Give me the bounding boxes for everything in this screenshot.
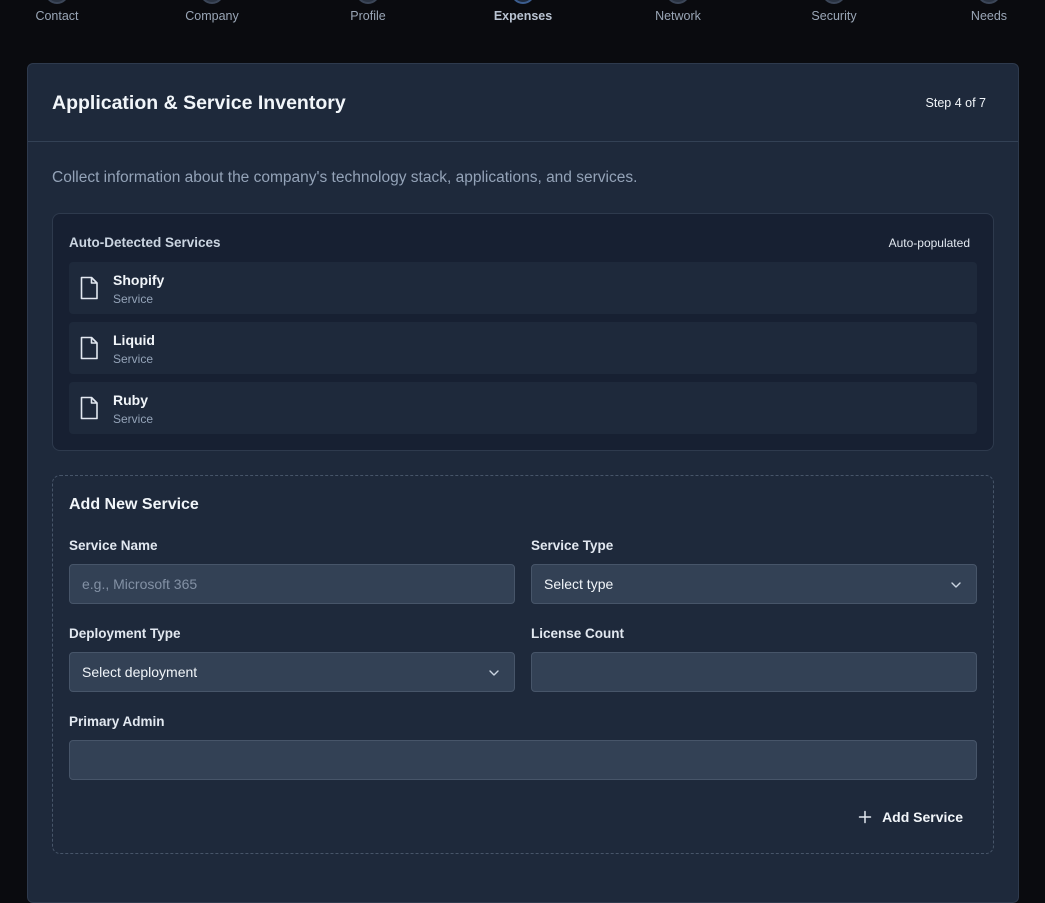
service-name: Liquid xyxy=(113,332,155,348)
service-name-input[interactable] xyxy=(69,564,515,604)
step-indicator xyxy=(200,0,224,4)
primary-admin-label: Primary Admin xyxy=(69,714,165,729)
service-item-shopify[interactable]: Shopify Service xyxy=(69,262,977,314)
service-type-label: Service Type xyxy=(531,538,614,553)
select-value: Select type xyxy=(544,576,614,592)
add-service-button[interactable]: Add Service xyxy=(858,806,963,828)
progress-stepper: Contact Company Profile Expenses Network… xyxy=(0,0,1045,40)
page-title: Application & Service Inventory xyxy=(52,92,346,114)
panel-title: Auto-Detected Services xyxy=(69,235,221,250)
plus-icon xyxy=(858,810,872,824)
file-icon xyxy=(80,276,98,300)
step-label: Contact xyxy=(35,9,79,23)
service-type: Service xyxy=(113,352,154,366)
step-indicator xyxy=(822,0,846,4)
service-item-ruby[interactable]: Ruby Service xyxy=(69,382,977,434)
step-label: Profile xyxy=(350,9,386,23)
deployment-type-select[interactable]: Select deployment xyxy=(69,652,515,692)
section-description: Collect information about the company's … xyxy=(52,169,638,186)
step-label: Expenses xyxy=(493,9,553,23)
step-label: Security xyxy=(811,9,857,23)
card-header: Application & Service Inventory Step 4 o… xyxy=(28,64,1018,142)
file-icon xyxy=(80,336,98,360)
add-service-form: Add New Service Service Name Service Typ… xyxy=(52,475,994,854)
service-type: Service xyxy=(113,412,154,426)
auto-detected-services-panel: Auto-Detected Services Auto-populated Sh… xyxy=(52,213,994,451)
service-name: Ruby xyxy=(113,392,148,408)
chevron-down-icon xyxy=(489,670,499,676)
auto-populated-badge: Auto-populated xyxy=(888,236,970,250)
service-item-liquid[interactable]: Liquid Service xyxy=(69,322,977,374)
file-icon xyxy=(80,396,98,420)
step-counter: Step 4 of 7 xyxy=(925,96,986,110)
service-inventory-card: Application & Service Inventory Step 4 o… xyxy=(27,63,1019,903)
service-name: Shopify xyxy=(113,272,165,288)
license-count-input[interactable] xyxy=(531,652,977,692)
step-indicator xyxy=(45,0,69,4)
step-indicator xyxy=(666,0,690,4)
chevron-down-icon xyxy=(951,582,961,588)
step-label: Network xyxy=(655,9,701,23)
form-title: Add New Service xyxy=(69,496,199,513)
step-label: Needs xyxy=(970,9,1008,23)
service-type-select[interactable]: Select type xyxy=(531,564,977,604)
add-service-label: Add Service xyxy=(882,809,963,825)
service-type: Service xyxy=(113,292,154,306)
primary-admin-input[interactable] xyxy=(69,740,977,780)
select-value: Select deployment xyxy=(82,664,198,680)
deployment-type-label: Deployment Type xyxy=(69,626,181,641)
step-indicator xyxy=(977,0,1001,4)
step-indicator xyxy=(356,0,380,4)
step-label: Company xyxy=(185,9,239,23)
step-indicator xyxy=(511,0,535,4)
service-name-label: Service Name xyxy=(69,538,158,553)
license-count-label: License Count xyxy=(531,626,625,641)
